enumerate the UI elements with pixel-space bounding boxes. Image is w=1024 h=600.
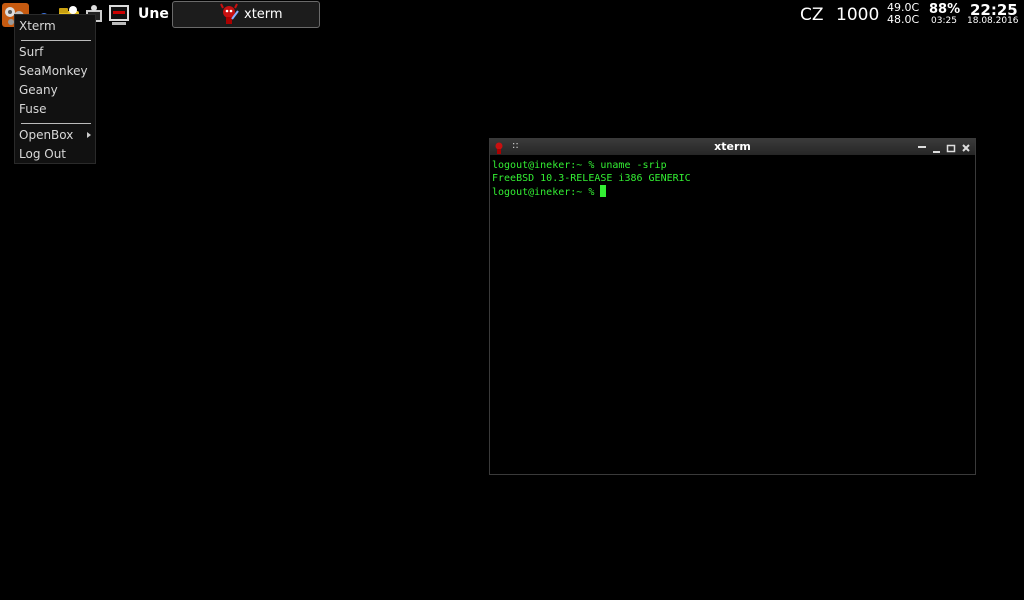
beastie-icon[interactable] — [493, 140, 505, 154]
xterm-icon[interactable] — [108, 3, 130, 27]
window-title: xterm — [714, 140, 751, 153]
window-grip-icon[interactable]: :: — [512, 140, 519, 151]
submenu-arrow-icon — [87, 132, 91, 138]
battery-time: 03:25 — [931, 16, 957, 26]
menu-item-fuse[interactable]: Fuse — [19, 102, 95, 116]
taskbar-item-label: xterm — [244, 7, 283, 22]
workspace-label[interactable]: Une — [138, 6, 169, 22]
temperature-readout: 49.0C 48.0C — [887, 2, 919, 26]
terminal-line: FreeBSD 10.3-RELEASE i386 GENERIC — [492, 173, 691, 184]
menu-item-seamonkey[interactable]: SeaMonkey — [19, 64, 95, 78]
menu-item-xterm[interactable]: Xterm — [19, 19, 95, 33]
keyboard-layout-indicator[interactable]: CZ — [800, 5, 824, 25]
menu-item-logout[interactable]: Log Out — [19, 147, 95, 161]
cpu-frequency: 1000 — [836, 5, 880, 25]
desktop[interactable]: Une xterm CZ 1000 49.0C 48.0C 88% 03:25 … — [0, 0, 1024, 600]
close-icon[interactable] — [960, 140, 972, 154]
terminal-cursor — [600, 185, 607, 197]
openbox-menu: Xterm Surf SeaMonkey Geany Fuse OpenBox … — [14, 14, 96, 164]
menu-item-surf[interactable]: Surf — [19, 45, 95, 59]
top-panel: Une xterm CZ 1000 49.0C 48.0C 88% 03:25 … — [0, 0, 1024, 30]
menu-item-geany[interactable]: Geany — [19, 83, 95, 97]
taskbar-item-xterm[interactable]: xterm — [172, 1, 320, 28]
menu-separator — [21, 123, 91, 124]
temperature-2: 48.0C — [887, 13, 920, 26]
menu-item-openbox[interactable]: OpenBox — [19, 128, 95, 142]
window-titlebar[interactable]: xterm :: — [490, 139, 975, 155]
clock-date: 18.08.2016 — [967, 16, 1019, 26]
terminal-prompt: logout@ineker:~ % — [492, 187, 601, 198]
maximize-icon[interactable] — [945, 140, 957, 154]
terminal-prompt-line[interactable]: logout@ineker:~ % — [492, 185, 973, 198]
beastie-icon — [217, 3, 241, 27]
xterm-window[interactable]: xterm :: logout@ineker:~ % uname -srip F… — [489, 138, 976, 475]
terminal-line: logout@ineker:~ % uname -srip — [492, 160, 667, 171]
shade-icon[interactable] — [916, 140, 928, 154]
menu-separator — [21, 40, 91, 41]
battery-level: 88% — [929, 2, 961, 17]
terminal-output[interactable]: logout@ineker:~ % uname -srip FreeBSD 10… — [492, 159, 973, 472]
menu-item-label: OpenBox — [19, 128, 74, 142]
minimize-icon[interactable] — [931, 140, 943, 154]
